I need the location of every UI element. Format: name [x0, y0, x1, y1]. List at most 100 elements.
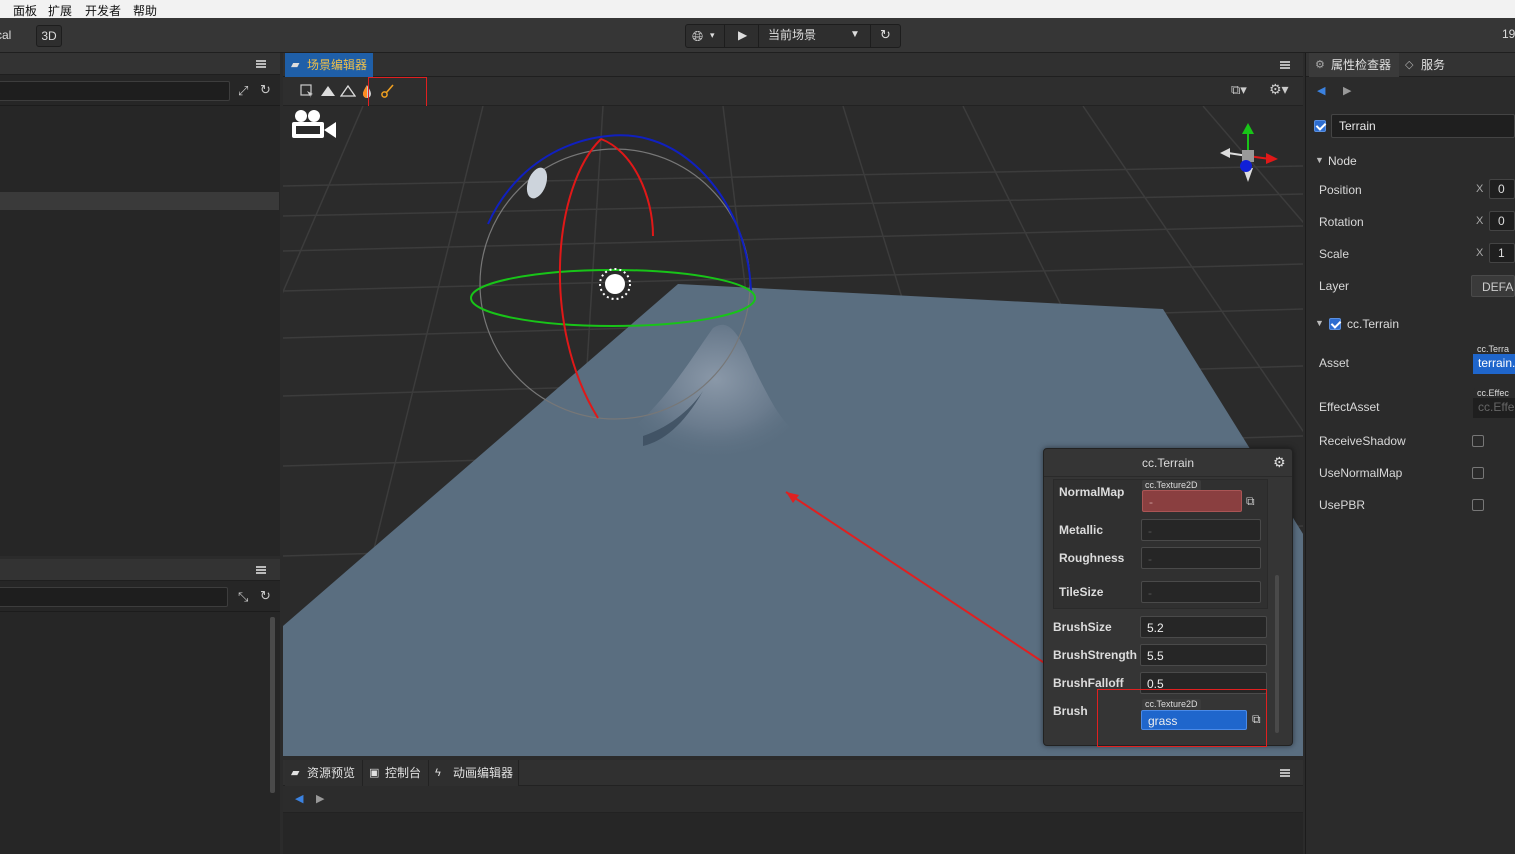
- effect-asset-field[interactable]: cc.Effe: [1473, 398, 1515, 418]
- chevron-down-icon[interactable]: ▼: [1315, 155, 1324, 165]
- terrain-panel: cc.Terrain ⚙ NormalMap cc.Texture2D - ⧉ …: [1043, 448, 1293, 747]
- position-x-input[interactable]: 0: [1489, 179, 1515, 199]
- nav-bar: ◀ ▶: [283, 786, 1303, 813]
- refresh-icon[interactable]: ↻: [260, 82, 271, 98]
- roughness-field[interactable]: -: [1141, 547, 1261, 569]
- metallic-field[interactable]: -: [1141, 519, 1261, 541]
- gear-icon[interactable]: ⚙: [1273, 454, 1286, 471]
- bottom-panel: ▰ 资源预览 ▣ 控制台 ϟ 动画编辑器 ◀ ▶: [283, 760, 1303, 854]
- metallic-label: Metallic: [1059, 523, 1104, 537]
- receive-shadow-label: ReceiveShadow: [1319, 434, 1406, 448]
- asset-field[interactable]: terrain.: [1473, 354, 1515, 374]
- brush-strength-input[interactable]: 5.5: [1140, 644, 1267, 666]
- refresh-icon[interactable]: ↻: [880, 25, 891, 45]
- tab-animation-editor[interactable]: ϟ 动画编辑器: [429, 760, 519, 786]
- divider: [758, 25, 759, 47]
- scene-tools-bar: ⧉▾ ⚙▾: [283, 77, 1303, 114]
- tab-scene-editor[interactable]: ▰ 场景编辑器: [285, 53, 373, 77]
- chevron-down-icon: ▾: [710, 30, 715, 40]
- node-section-title[interactable]: Node: [1328, 154, 1357, 168]
- scale-x-input[interactable]: 1: [1489, 243, 1515, 263]
- asset-label: Asset: [1319, 356, 1350, 370]
- node-active-checkbox[interactable]: [1314, 120, 1326, 132]
- layer-select[interactable]: DEFAU: [1471, 275, 1515, 297]
- scale-x-label: X: [1476, 247, 1484, 259]
- tab-scene-editor-label: 场景编辑器: [307, 58, 368, 72]
- rotation-x-input[interactable]: 0: [1489, 211, 1515, 231]
- brush-highlight: [1097, 689, 1267, 747]
- smooth-terrain-icon[interactable]: [340, 83, 356, 99]
- brush-strength-label: BrushStrength: [1053, 648, 1137, 662]
- normal-map-label: NormalMap: [1059, 485, 1125, 499]
- scale-label: Scale: [1319, 247, 1350, 261]
- inspector-panel: ⚙ 属性检查器 ◇ 服务 ◀ ▶: [1305, 53, 1515, 854]
- gizmo-blue-ring[interactable]: [487, 134, 752, 292]
- tab-services[interactable]: ◇ 服务: [1401, 53, 1447, 77]
- play-icon[interactable]: ▶: [738, 25, 747, 45]
- camera-view-icon[interactable]: ⧉▾: [1231, 82, 1247, 98]
- refresh-icon[interactable]: ↻: [260, 588, 271, 604]
- use-pbr-checkbox[interactable]: [1472, 499, 1484, 511]
- panel-menu-icon[interactable]: [1280, 769, 1290, 777]
- raise-terrain-icon[interactable]: [320, 83, 336, 99]
- hierarchy-search-input[interactable]: [0, 81, 230, 101]
- tab-asset-preview[interactable]: ▰ 资源预览: [285, 760, 363, 786]
- tab-inspector[interactable]: ⚙ 属性检查器: [1309, 53, 1399, 77]
- forward-icon[interactable]: ▶: [1343, 84, 1351, 97]
- panel-menu-icon[interactable]: [256, 60, 266, 68]
- panel-menu-icon[interactable]: [1280, 61, 1290, 69]
- back-icon[interactable]: ◀: [1317, 84, 1325, 97]
- chevron-down-icon[interactable]: ▼: [1315, 318, 1324, 328]
- coordinate-mode-button[interactable]: cal: [0, 25, 18, 47]
- layer-label: Layer: [1319, 279, 1350, 293]
- menu-extensions[interactable]: 扩展: [48, 2, 72, 19]
- select-icon[interactable]: [299, 83, 315, 99]
- tab-services-label: 服务: [1421, 58, 1446, 72]
- menu-help[interactable]: 帮助: [133, 2, 157, 19]
- tilesize-field[interactable]: -: [1141, 581, 1261, 603]
- scrollbar[interactable]: [270, 617, 275, 793]
- divider: [724, 25, 725, 47]
- assets-search-input[interactable]: [0, 587, 228, 607]
- tab-console[interactable]: ▣ 控制台: [363, 760, 429, 786]
- position-x-label: X: [1476, 183, 1484, 195]
- collapse-icon[interactable]: ⤡: [238, 589, 248, 605]
- tab-console-label: 控制台: [385, 766, 422, 780]
- animation-icon: ϟ: [435, 767, 441, 779]
- brush-size-input[interactable]: 5.2: [1140, 616, 1267, 638]
- use-normal-map-label: UseNormalMap: [1319, 466, 1403, 480]
- inspector-tabbar: ⚙ 属性检查器 ◇ 服务: [1306, 53, 1515, 77]
- brush-label: Brush: [1053, 704, 1088, 718]
- menu-bar: 面板 扩展 开发者 帮助: [0, 0, 1515, 18]
- orientation-gizmo[interactable]: [1220, 123, 1278, 182]
- sun-icon[interactable]: [599, 268, 631, 300]
- folder-icon: ▰: [291, 767, 300, 779]
- gizmo-red-ring-top: [600, 138, 654, 237]
- tilesize-label: TileSize: [1059, 585, 1104, 599]
- gear-icon[interactable]: ⚙▾: [1269, 81, 1289, 98]
- camera-icon[interactable]: [292, 110, 336, 138]
- node-name-input[interactable]: Terrain: [1331, 114, 1515, 138]
- component-title[interactable]: cc.Terrain: [1347, 317, 1399, 331]
- service-icon: ◇: [1405, 59, 1414, 71]
- mode-3d-button[interactable]: 3D: [36, 25, 62, 47]
- divider: [0, 611, 280, 612]
- panel-menu-icon[interactable]: [256, 566, 266, 574]
- normal-map-field[interactable]: -: [1142, 490, 1242, 512]
- component-enabled-checkbox[interactable]: [1329, 318, 1341, 330]
- back-icon[interactable]: ◀: [295, 792, 303, 805]
- scene-select-chevron-icon[interactable]: ▼: [850, 25, 860, 45]
- forward-icon[interactable]: ▶: [316, 792, 324, 805]
- tab-inspector-label: 属性检查器: [1331, 58, 1392, 72]
- receive-shadow-checkbox[interactable]: [1472, 435, 1484, 447]
- asset-picker-icon[interactable]: ⧉: [1246, 494, 1255, 509]
- scene-select[interactable]: 当前场景: [768, 25, 816, 45]
- use-normal-map-checkbox[interactable]: [1472, 467, 1484, 479]
- rotation-label: Rotation: [1319, 215, 1364, 229]
- menu-developer[interactable]: 开发者: [85, 2, 121, 19]
- globe-icon[interactable]: 🌐︎: [692, 26, 703, 46]
- menu-panel[interactable]: 面板: [13, 2, 37, 19]
- scrollbar[interactable]: [1275, 575, 1279, 733]
- expand-icon[interactable]: ⤢: [238, 83, 248, 99]
- selected-tree-row[interactable]: [0, 192, 279, 210]
